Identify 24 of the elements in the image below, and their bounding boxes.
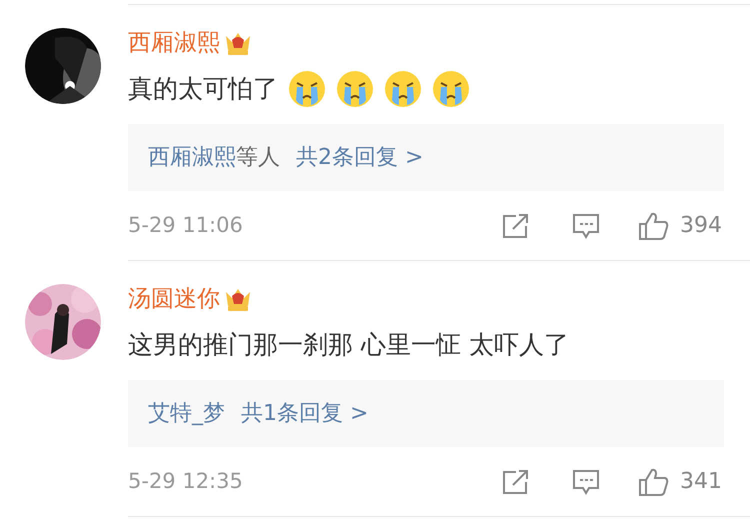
- crying-emoji-icon: [336, 70, 374, 108]
- comment-icon[interactable]: [572, 468, 600, 496]
- like-count: 341: [680, 468, 722, 496]
- replies-panel[interactable]: 西厢淑熙等人 共2条回复 >: [128, 124, 724, 191]
- replies-link[interactable]: 共1条回复 >: [241, 397, 368, 430]
- comment-icon[interactable]: [572, 212, 600, 240]
- crying-emoji-icon: [432, 70, 470, 108]
- replies-link[interactable]: 共2条回复 >: [296, 141, 424, 174]
- comment-text: 真的太可怕了: [128, 73, 278, 106]
- comment-text: 这男的推门那一刹那 心里一怔 太吓人了: [128, 329, 569, 362]
- reply-authors: 西厢淑熙等人: [148, 144, 280, 172]
- share-icon[interactable]: [502, 212, 530, 238]
- share-icon[interactable]: [502, 468, 530, 494]
- timestamp: 5-29 12:35: [128, 468, 244, 495]
- like-count: 394: [680, 212, 722, 240]
- thumbs-up-icon[interactable]: [638, 466, 670, 496]
- replies-panel[interactable]: 艾特_梦 共1条回复 >: [128, 380, 724, 447]
- timestamp: 5-29 11:06: [128, 212, 244, 239]
- thumbs-up-icon[interactable]: [638, 210, 670, 240]
- crying-emoji-icon: [288, 70, 326, 108]
- crying-emoji-icon: [384, 70, 422, 108]
- reply-authors: 艾特_梦: [148, 400, 225, 428]
- username[interactable]: 汤圆迷你: [128, 282, 220, 316]
- username[interactable]: 西厢淑熙: [128, 26, 220, 60]
